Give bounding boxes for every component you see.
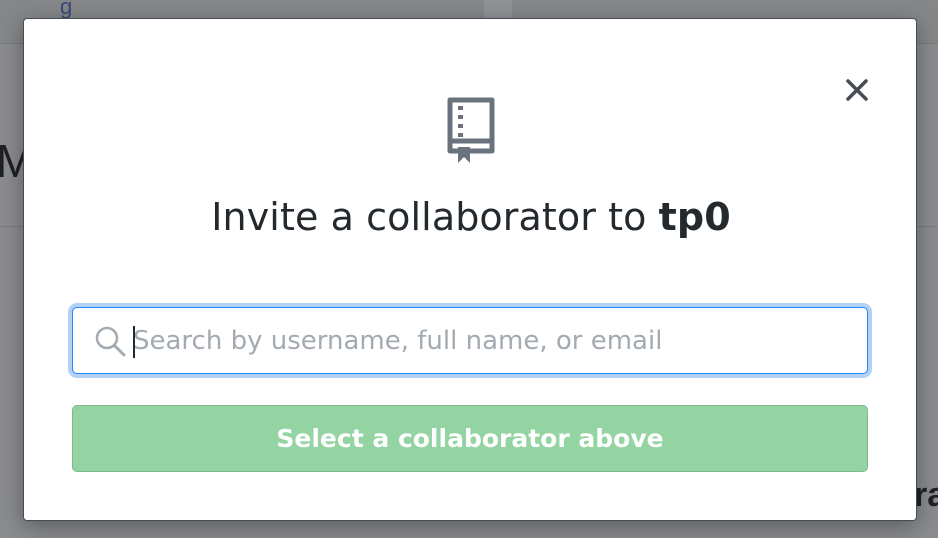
close-button[interactable] <box>842 75 872 105</box>
dialog-title-prefix: Invite a collaborator to <box>211 195 659 239</box>
collaborator-search-input[interactable] <box>133 308 853 373</box>
close-icon <box>846 79 868 101</box>
background-tab <box>484 0 512 18</box>
dialog-title: Invite a collaborator to tp0 <box>24 195 918 239</box>
invite-collaborator-dialog: Invite a collaborator to tp0 Select a co… <box>23 18 917 521</box>
collaborator-search-field[interactable] <box>72 307 868 374</box>
search-icon <box>95 326 126 357</box>
repo-icon <box>447 97 495 163</box>
add-collaborator-button[interactable]: Select a collaborator above <box>72 405 868 472</box>
background-bottom-text: ra <box>914 476 938 514</box>
background-link: g <box>60 0 73 19</box>
repo-name: tp0 <box>658 195 731 239</box>
text-cursor <box>133 326 135 358</box>
